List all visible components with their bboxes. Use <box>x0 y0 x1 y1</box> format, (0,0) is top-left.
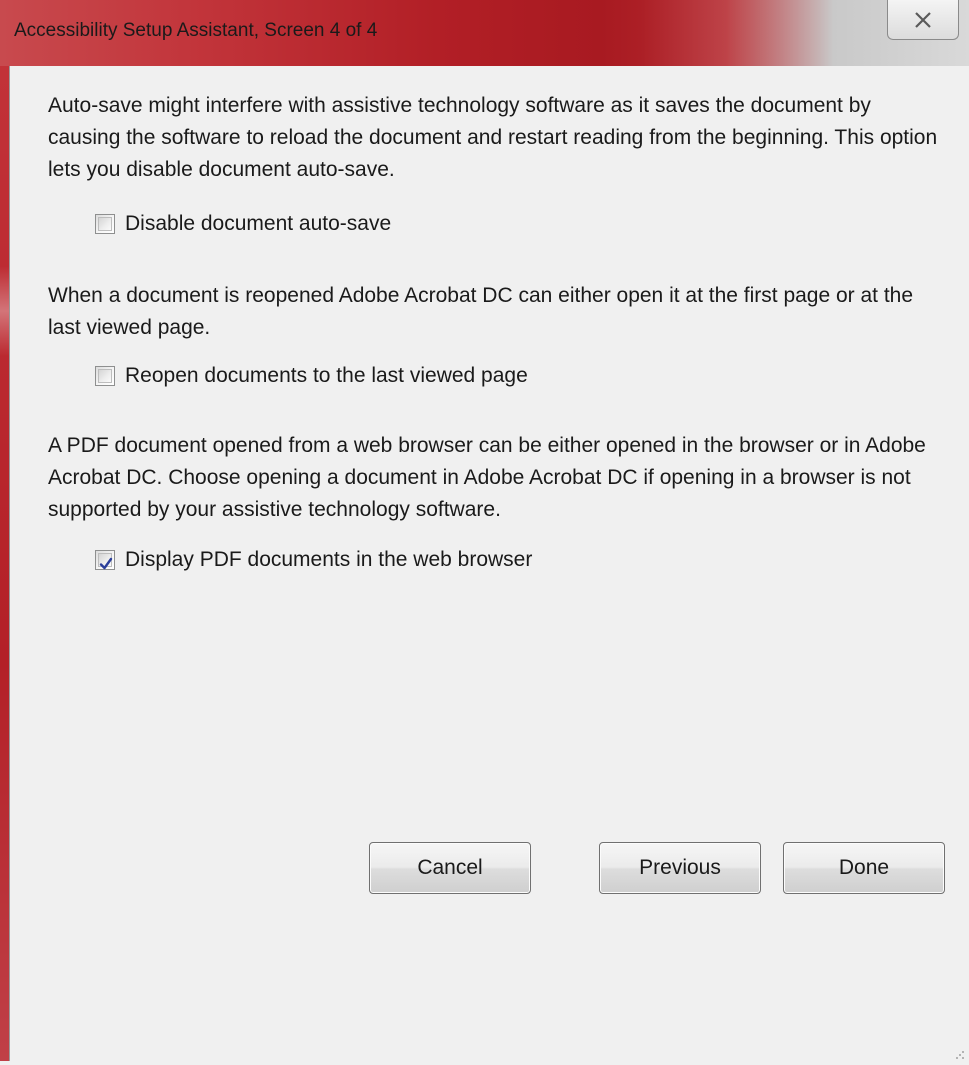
disable-auto-save-option[interactable]: Disable document auto-save <box>95 212 391 236</box>
display-in-browser-label: Display PDF documents in the web browser <box>125 548 533 571</box>
reopen-description: When a document is reopened Adobe Acroba… <box>48 284 914 339</box>
previous-button[interactable]: Previous <box>599 842 761 894</box>
display-in-browser-checkbox[interactable] <box>95 550 115 570</box>
checkmark-icon <box>99 553 113 577</box>
close-icon <box>914 11 932 28</box>
setup-assistant-window: Accessibility Setup Assistant, Screen 4 … <box>0 0 969 1061</box>
reopen-last-page-option[interactable]: Reopen documents to the last viewed page <box>95 364 528 388</box>
done-button[interactable]: Done <box>783 842 945 894</box>
display-in-browser-option[interactable]: Display PDF documents in the web browser <box>95 548 532 572</box>
disable-auto-save-checkbox[interactable] <box>95 214 115 234</box>
window-title: Accessibility Setup Assistant, Screen 4 … <box>14 20 378 41</box>
window-frame-left <box>0 66 9 1061</box>
reopen-last-page-checkbox[interactable] <box>95 366 115 386</box>
title-bar[interactable]: Accessibility Setup Assistant, Screen 4 … <box>0 0 969 66</box>
auto-save-description: Auto-save might interfere with assistive… <box>48 94 938 181</box>
cancel-button[interactable]: Cancel <box>369 842 531 894</box>
dialog-content: Auto-save might interfere with assistive… <box>10 66 969 1061</box>
reopen-last-page-label: Reopen documents to the last viewed page <box>125 364 528 387</box>
close-button[interactable] <box>887 0 959 40</box>
disable-auto-save-label: Disable document auto-save <box>125 212 392 235</box>
browser-description: A PDF document opened from a web browser… <box>48 434 926 521</box>
resize-grip-icon[interactable] <box>955 1047 965 1059</box>
